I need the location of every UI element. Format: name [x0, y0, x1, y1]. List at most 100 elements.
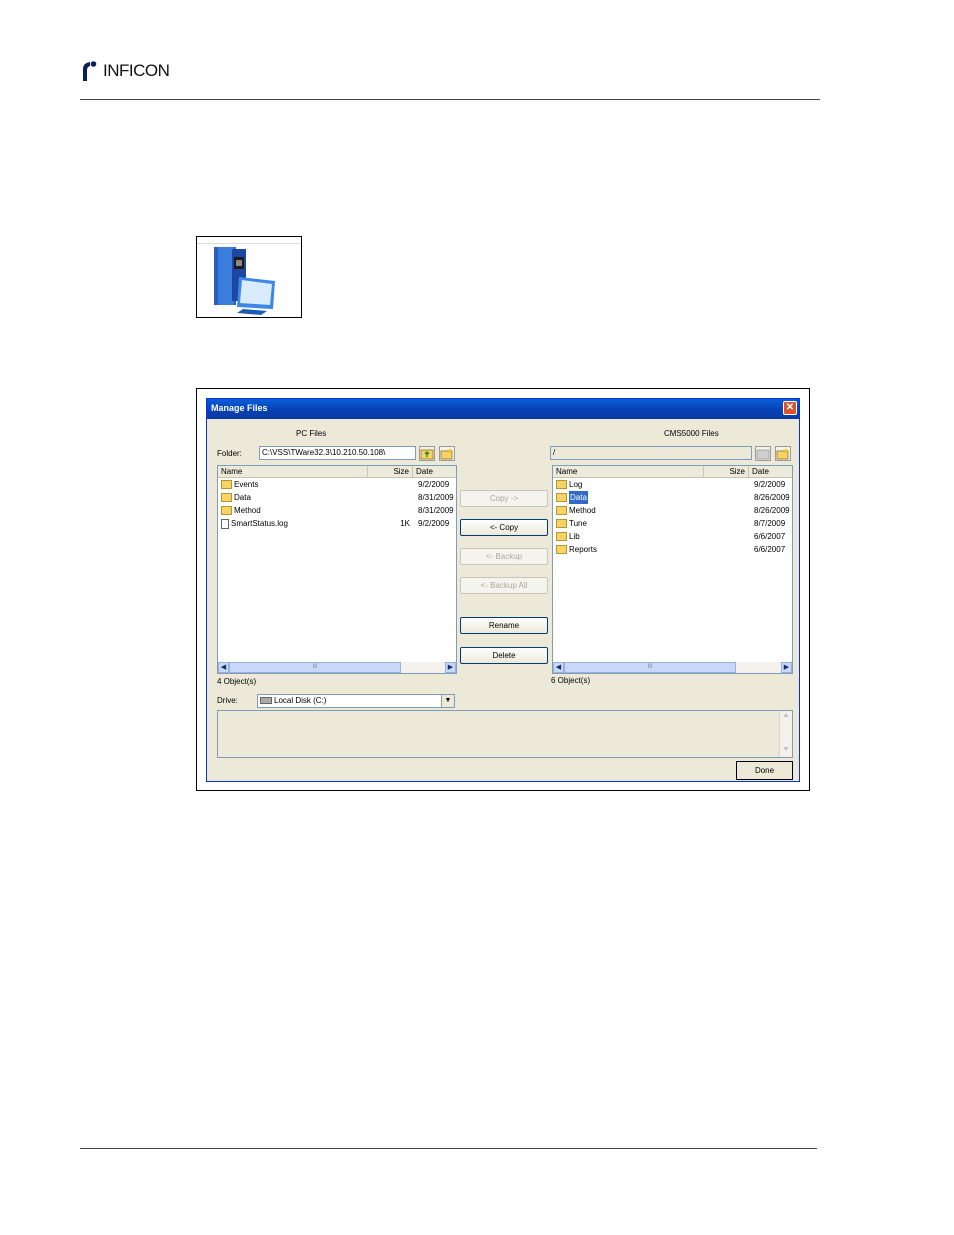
- inficon-logo: INFICON: [80, 58, 170, 84]
- list-item-name: Lib: [569, 532, 580, 541]
- list-item-name-cell: SmartStatus.log: [221, 517, 288, 530]
- list-item-date: 8/31/2009: [418, 506, 454, 515]
- pc-files-heading: PC Files: [296, 429, 327, 438]
- folder-icon: [556, 506, 567, 515]
- scroll-right-icon[interactable]: ▶: [445, 662, 456, 673]
- list-item-date: 8/26/2009: [754, 493, 790, 502]
- cms-list-hscrollbar[interactable]: ◀ III ▶: [553, 662, 792, 673]
- list-item-name-cell: Method: [556, 504, 596, 517]
- new-folder-button-cms[interactable]: [775, 446, 791, 461]
- folder-icon: [556, 545, 567, 554]
- footer-rule: [80, 1148, 817, 1149]
- column-date[interactable]: Date: [413, 466, 456, 477]
- message-log-area[interactable]: ▲ ▼: [217, 710, 793, 758]
- title-bar: Manage Files ✕: [207, 399, 799, 419]
- pc-status-count: 4 Object(s): [217, 677, 257, 686]
- cms-connect-icon-figure: [196, 236, 302, 318]
- list-item-date: 9/2/2009: [754, 480, 786, 489]
- scroll-left-icon[interactable]: ◀: [553, 662, 564, 673]
- scroll-thumb[interactable]: III: [564, 662, 736, 673]
- folder-icon: [556, 480, 567, 489]
- list-item[interactable]: Data 8/26/2009: [553, 491, 792, 504]
- backup-all-button[interactable]: <- Backup All: [460, 577, 548, 594]
- list-item[interactable]: Method 8/31/2009: [218, 504, 456, 517]
- scroll-thumb[interactable]: III: [229, 662, 401, 673]
- copy-to-cms-button[interactable]: Copy ->: [460, 490, 548, 507]
- column-date[interactable]: Date: [749, 466, 792, 477]
- cms-folder-path-field[interactable]: /: [550, 446, 752, 460]
- list-item-name: SmartStatus.log: [231, 519, 288, 528]
- scroll-right-icon[interactable]: ▶: [781, 662, 792, 673]
- pc-files-list[interactable]: Name Size Date Events 9/2/2009 Data 8/31/20…: [217, 465, 457, 674]
- new-folder-button-pc[interactable]: [439, 446, 455, 461]
- chevron-down-icon[interactable]: ▼: [441, 695, 454, 707]
- column-name[interactable]: Name: [553, 466, 704, 477]
- manage-files-dialog: Manage Files ✕ PC Files Folder: C:\VSS\T…: [206, 398, 800, 782]
- rename-button[interactable]: Rename: [460, 617, 548, 634]
- column-size-label: Size: [729, 467, 745, 476]
- delete-button[interactable]: Delete: [460, 647, 548, 664]
- list-item-date: 9/2/2009: [418, 519, 450, 528]
- list-item-name: Tune: [569, 519, 587, 528]
- list-item-name-cell: Log: [556, 478, 582, 491]
- cms-files-list[interactable]: Name Size Date Log 9/2/2009 Data 8/26/2009 M…: [552, 465, 793, 674]
- list-item-name: Log: [569, 480, 583, 489]
- scroll-left-icon[interactable]: ◀: [218, 662, 229, 673]
- cms-status-count: 6 Object(s): [551, 676, 591, 685]
- list-item-date: 6/6/2007: [754, 545, 786, 554]
- list-item-date: 9/2/2009: [418, 480, 450, 489]
- drive-select[interactable]: Local Disk (C:) ▼: [257, 694, 455, 708]
- list-item-name-cell: Data: [221, 491, 251, 504]
- cms-list-header: Name Size Date: [553, 466, 792, 478]
- folder-icon: [756, 449, 770, 460]
- list-item[interactable]: Method 8/26/2009: [553, 504, 792, 517]
- copy-to-pc-button[interactable]: <- Copy: [460, 519, 548, 536]
- list-item-name-cell: Lib: [556, 530, 580, 543]
- dialog-title: Manage Files: [211, 403, 268, 413]
- column-size[interactable]: Size: [368, 466, 413, 477]
- cms-files-heading: CMS5000 Files: [664, 429, 719, 438]
- log-vscrollbar[interactable]: ▲ ▼: [779, 711, 792, 757]
- list-item-name: Method: [569, 506, 596, 515]
- column-size-label: Size: [393, 467, 409, 476]
- drive-icon: [260, 697, 272, 705]
- close-icon: ✕: [785, 402, 795, 413]
- list-item-name: Data: [569, 491, 588, 504]
- column-name[interactable]: Name: [218, 466, 368, 477]
- list-item-date: 8/26/2009: [754, 506, 790, 515]
- drive-label: Drive:: [217, 696, 238, 705]
- pc-cms-icon: [214, 247, 275, 315]
- list-item[interactable]: Events 9/2/2009: [218, 478, 456, 491]
- pc-list-hscrollbar[interactable]: ◀ III ▶: [218, 662, 456, 673]
- cms-folder-button[interactable]: [755, 446, 771, 461]
- folder-icon: [556, 493, 567, 502]
- inficon-logo-mark: [83, 61, 97, 81]
- list-item-name: Data: [234, 493, 251, 502]
- new-folder-icon: [440, 448, 453, 460]
- folder-icon: [221, 480, 232, 489]
- list-item-name-cell: Method: [221, 504, 261, 517]
- pc-list-header: Name Size Date: [218, 466, 456, 478]
- list-item[interactable]: Tune 8/7/2009: [553, 517, 792, 530]
- close-button[interactable]: ✕: [783, 401, 797, 415]
- up-folder-button[interactable]: [419, 446, 435, 461]
- list-item-date: 6/6/2007: [754, 532, 786, 541]
- list-item-size: 1K: [400, 519, 410, 528]
- pc-folder-path-field[interactable]: C:\VSS\TWare32.3\10.210.50.108\: [259, 446, 416, 460]
- header-rule: [80, 99, 820, 100]
- list-item-date: 8/7/2009: [754, 519, 786, 528]
- column-size[interactable]: Size: [704, 466, 749, 477]
- list-item[interactable]: SmartStatus.log 1K 9/2/2009: [218, 517, 456, 530]
- backup-button[interactable]: <- Backup: [460, 548, 548, 565]
- scroll-down-icon[interactable]: ▼: [781, 746, 791, 756]
- done-button[interactable]: Done: [736, 761, 793, 780]
- list-item[interactable]: Lib 6/6/2007: [553, 530, 792, 543]
- new-folder-icon: [776, 448, 789, 460]
- list-item[interactable]: Log 9/2/2009: [553, 478, 792, 491]
- list-item[interactable]: Data 8/31/2009: [218, 491, 456, 504]
- up-folder-icon: [420, 449, 434, 460]
- scroll-up-icon[interactable]: ▲: [781, 712, 791, 722]
- list-item-name: Method: [234, 506, 261, 515]
- list-item[interactable]: Reports 6/6/2007: [553, 543, 792, 556]
- list-item-name: Reports: [569, 545, 598, 554]
